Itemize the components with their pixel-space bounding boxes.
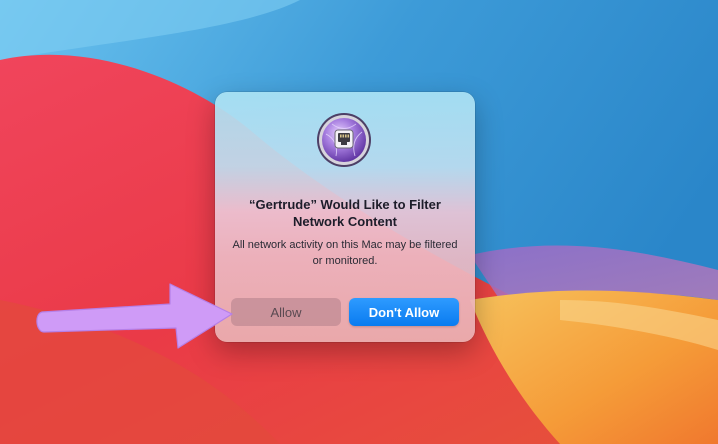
desktop: “Gertrude” Would Like to Filter Network … — [0, 0, 718, 444]
pointer-arrow-icon — [36, 283, 233, 349]
network-filter-app-icon — [317, 113, 371, 167]
dialog-message: All network activity on this Mac may be … — [232, 239, 458, 267]
dont-allow-button[interactable]: Don't Allow — [349, 298, 459, 326]
dialog-title: “Gertrude” Would Like to Filter Network … — [249, 197, 441, 229]
